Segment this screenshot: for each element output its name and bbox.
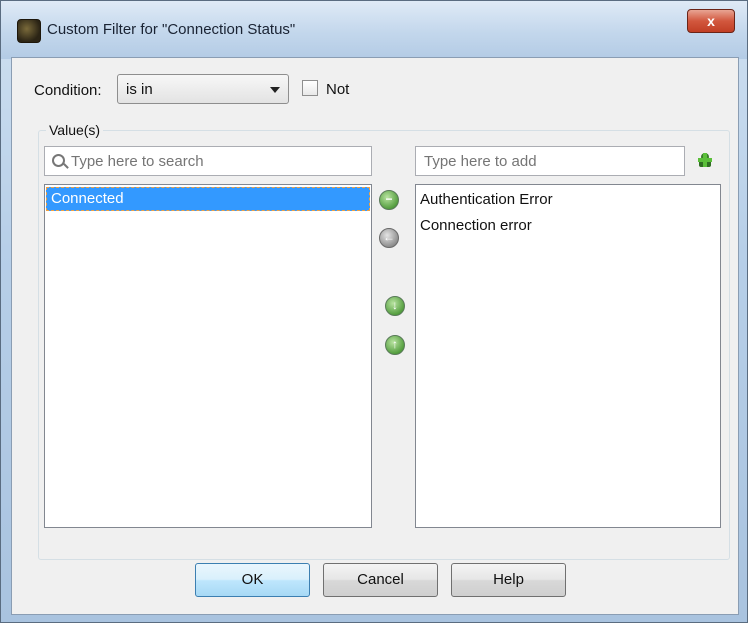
- not-label: Not: [326, 81, 350, 98]
- remove-icon[interactable]: −: [379, 190, 399, 210]
- values-group-label: Value(s): [46, 122, 104, 138]
- close-button[interactable]: x: [687, 9, 735, 33]
- move-up-icon[interactable]: ↑: [385, 335, 405, 355]
- search-icon: [52, 154, 65, 167]
- add-input[interactable]: [424, 147, 680, 175]
- dialog-content: Condition: is in Not Value(s) Connected …: [11, 57, 739, 615]
- condition-label: Condition:: [34, 82, 102, 99]
- custom-filter-dialog: Custom Filter for "Connection Status" x …: [0, 0, 748, 623]
- condition-select[interactable]: is in: [117, 74, 289, 104]
- title-bar[interactable]: Custom Filter for "Connection Status" x: [1, 1, 747, 59]
- list-item[interactable]: Authentication Error: [420, 191, 553, 208]
- window-title: Custom Filter for "Connection Status": [47, 21, 296, 38]
- list-item[interactable]: Connected: [46, 187, 370, 211]
- search-field[interactable]: [44, 146, 372, 176]
- search-input[interactable]: [71, 147, 367, 175]
- not-checkbox[interactable]: [302, 80, 318, 96]
- move-down-icon[interactable]: ↓: [385, 296, 405, 316]
- selected-values-list[interactable]: Authentication Error Connection error: [415, 184, 721, 528]
- help-button[interactable]: Help: [451, 563, 566, 597]
- available-values-list[interactable]: Connected: [44, 184, 372, 528]
- chevron-down-icon: [270, 87, 280, 93]
- list-item[interactable]: Connection error: [420, 217, 532, 234]
- app-icon: [17, 19, 41, 43]
- cancel-button[interactable]: Cancel: [323, 563, 438, 597]
- condition-value: is in: [126, 81, 153, 98]
- move-left-icon[interactable]: ←: [379, 228, 399, 248]
- add-value-icon[interactable]: [696, 151, 714, 169]
- ok-button[interactable]: OK: [195, 563, 310, 597]
- add-field[interactable]: [415, 146, 685, 176]
